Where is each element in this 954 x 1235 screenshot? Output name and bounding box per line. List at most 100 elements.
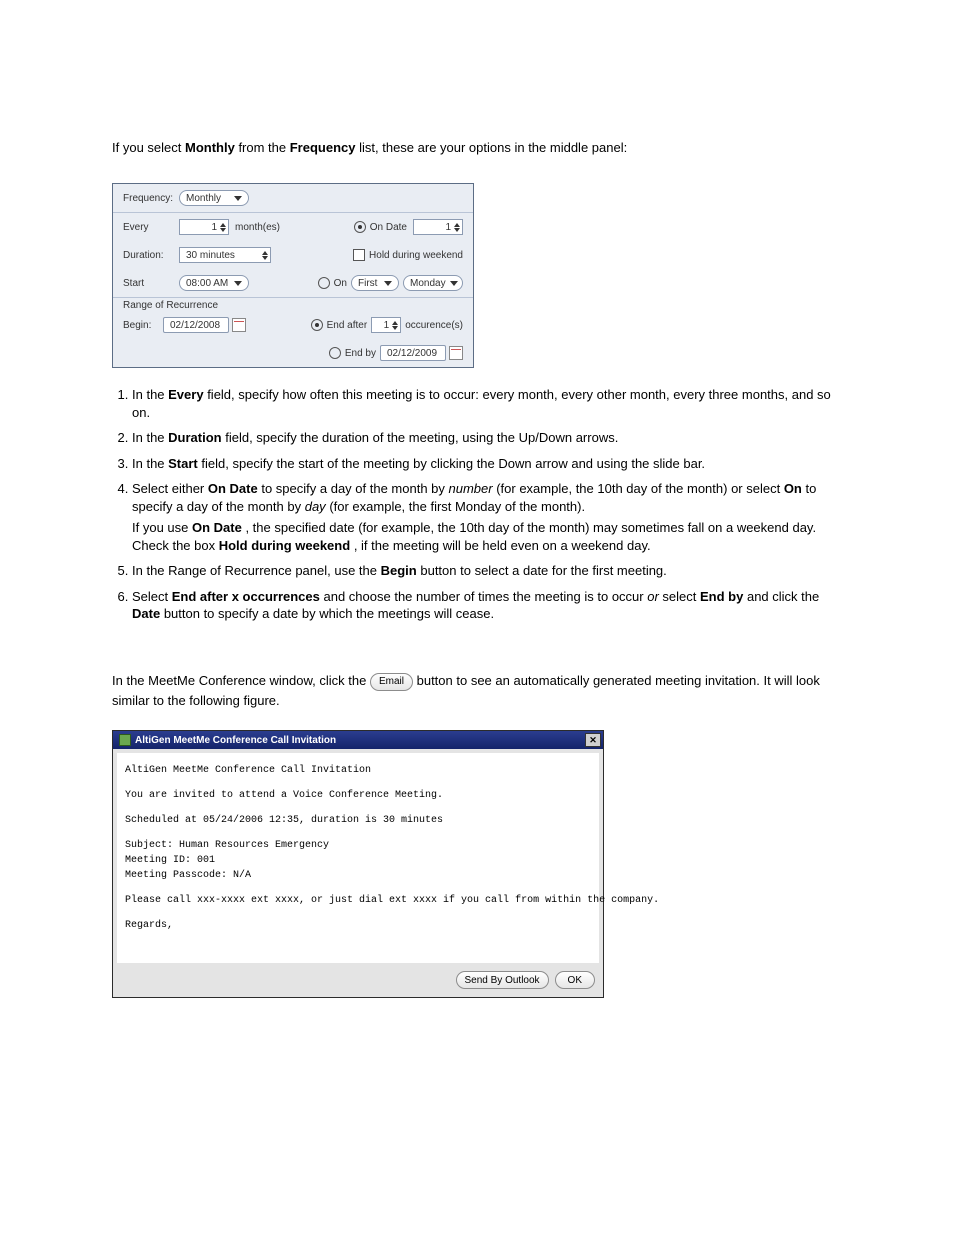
email-section-paragraph: In the MeetMe Conference window, click t… bbox=[112, 671, 842, 710]
on-date-label: On Date bbox=[370, 222, 407, 233]
text-italic: day bbox=[305, 499, 326, 514]
text: If you select bbox=[112, 140, 185, 155]
text-bold: End after x occurrences bbox=[172, 589, 320, 604]
step-5: In the Range of Recurrence panel, use th… bbox=[132, 562, 842, 580]
occurences-label: occurence(s) bbox=[405, 320, 463, 331]
frequency-label: Frequency: bbox=[123, 193, 179, 204]
text: field, specify the duration of the meeti… bbox=[225, 430, 618, 445]
end-after-label: End after bbox=[327, 320, 368, 331]
text-bold: On Date bbox=[192, 520, 242, 535]
chevron-down-icon bbox=[234, 281, 242, 286]
end-by-label: End by bbox=[345, 348, 376, 359]
inv-line: Please call xxx-xxxx ext xxxx, or just d… bbox=[125, 893, 591, 908]
text: In the Range of Recurrence panel, use th… bbox=[132, 563, 381, 578]
ok-button[interactable]: OK bbox=[555, 971, 595, 989]
calendar-icon[interactable] bbox=[232, 318, 246, 332]
inv-line: Meeting Passcode: N/A bbox=[125, 868, 591, 883]
text: Select either bbox=[132, 481, 208, 496]
text: Select bbox=[132, 589, 172, 604]
text: field, specify how often this meeting is… bbox=[132, 387, 831, 420]
text: from the bbox=[238, 140, 289, 155]
start-value: 08:00 AM bbox=[186, 278, 228, 289]
text-bold: Duration bbox=[168, 430, 221, 445]
every-label: Every bbox=[123, 222, 179, 233]
duration-label: Duration: bbox=[123, 250, 179, 261]
begin-date-value: 02/12/2008 bbox=[170, 320, 220, 331]
on-date-spinner[interactable]: 1 bbox=[413, 219, 463, 235]
inv-line: AltiGen MeetMe Conference Call Invitatio… bbox=[125, 763, 591, 778]
text: In the bbox=[132, 430, 168, 445]
step-2: In the Duration field, specify the durat… bbox=[132, 429, 842, 447]
ok-label: OK bbox=[568, 975, 582, 986]
text-bold: Frequency bbox=[290, 140, 356, 155]
text-italic: or bbox=[647, 589, 659, 604]
text-bold: On bbox=[784, 481, 802, 496]
step-4: Select either On Date to specify a day o… bbox=[132, 480, 842, 554]
duration-value: 30 minutes bbox=[186, 250, 235, 261]
text: and choose the number of times the meeti… bbox=[324, 589, 648, 604]
on-date-value: 1 bbox=[445, 222, 451, 233]
email-button[interactable]: Email bbox=[370, 673, 413, 691]
close-button[interactable]: ✕ bbox=[585, 733, 601, 747]
start-label: Start bbox=[123, 278, 179, 289]
inv-line: Meeting ID: 001 bbox=[125, 853, 591, 868]
on-date-radio[interactable] bbox=[354, 221, 366, 233]
end-by-radio[interactable] bbox=[329, 347, 341, 359]
duration-spinner[interactable]: 30 minutes bbox=[179, 247, 271, 263]
text-bold: Begin bbox=[381, 563, 417, 578]
text: (for example, the first Monday of the mo… bbox=[329, 499, 585, 514]
every-value: 1 bbox=[211, 222, 217, 233]
calendar-icon[interactable] bbox=[449, 346, 463, 360]
document-page: If you select Monthly from the Frequency… bbox=[0, 0, 954, 1078]
text-bold: Date bbox=[132, 606, 160, 621]
text: button to select a date for the first me… bbox=[420, 563, 666, 578]
chevron-down-icon bbox=[450, 281, 458, 286]
text-bold: Start bbox=[168, 456, 198, 471]
range-of-recurrence-label: Range of Recurrence bbox=[113, 298, 473, 311]
day-value: Monday bbox=[410, 278, 446, 289]
recurrence-panel-figure: Frequency: Monthly Every 1 month(es) On … bbox=[112, 183, 474, 368]
start-select[interactable]: 08:00 AM bbox=[179, 275, 249, 291]
end-after-radio[interactable] bbox=[311, 319, 323, 331]
text: In the MeetMe Conference window, click t… bbox=[112, 673, 370, 688]
ordinal-select[interactable]: First bbox=[351, 275, 399, 291]
on-radio[interactable] bbox=[318, 277, 330, 289]
text: to specify a day of the month by bbox=[261, 481, 448, 496]
invitation-footer: Send By Outlook OK bbox=[113, 967, 603, 997]
inv-line: Subject: Human Resources Emergency bbox=[125, 838, 591, 853]
text-bold: On Date bbox=[208, 481, 258, 496]
day-select[interactable]: Monday bbox=[403, 275, 463, 291]
begin-label: Begin: bbox=[123, 320, 163, 331]
text: In the bbox=[132, 387, 168, 402]
begin-date-input[interactable]: 02/12/2008 bbox=[163, 317, 229, 333]
end-after-value: 1 bbox=[384, 320, 390, 331]
hold-weekend-checkbox[interactable] bbox=[353, 249, 365, 261]
monthes-label: month(es) bbox=[235, 222, 280, 233]
chevron-down-icon bbox=[234, 196, 242, 201]
text: button to specify a date by which the me… bbox=[164, 606, 494, 621]
text: , if the meeting will be held even on a … bbox=[354, 538, 651, 553]
end-by-date-input[interactable]: 02/12/2009 bbox=[380, 345, 446, 361]
steps-list: In the Every field, specify how often th… bbox=[112, 386, 842, 623]
text: list, these are your options in the midd… bbox=[359, 140, 627, 155]
text: select bbox=[662, 589, 700, 604]
chevron-down-icon bbox=[384, 281, 392, 286]
hold-weekend-label: Hold during weekend bbox=[369, 250, 463, 261]
inv-line: Scheduled at 05/24/2006 12:35, duration … bbox=[125, 813, 591, 828]
text: (for example, the 10th day of the month)… bbox=[496, 481, 784, 496]
text: In the bbox=[132, 456, 168, 471]
step-3: In the Start field, specify the start of… bbox=[132, 455, 842, 473]
text-bold: End by bbox=[700, 589, 743, 604]
text: and click the bbox=[747, 589, 819, 604]
send-by-outlook-button[interactable]: Send By Outlook bbox=[456, 971, 549, 989]
end-by-date-value: 02/12/2009 bbox=[387, 348, 437, 359]
frequency-select[interactable]: Monthly bbox=[179, 190, 249, 206]
every-spinner[interactable]: 1 bbox=[179, 219, 229, 235]
step-1: In the Every field, specify how often th… bbox=[132, 386, 842, 421]
window-title: AltiGen MeetMe Conference Call Invitatio… bbox=[135, 735, 336, 746]
step-6: Select End after x occurrences and choos… bbox=[132, 588, 842, 623]
end-after-spinner[interactable]: 1 bbox=[371, 317, 401, 333]
invitation-body: AltiGen MeetMe Conference Call Invitatio… bbox=[117, 753, 599, 963]
email-button-label: Email bbox=[379, 674, 404, 689]
titlebar: AltiGen MeetMe Conference Call Invitatio… bbox=[113, 731, 603, 749]
